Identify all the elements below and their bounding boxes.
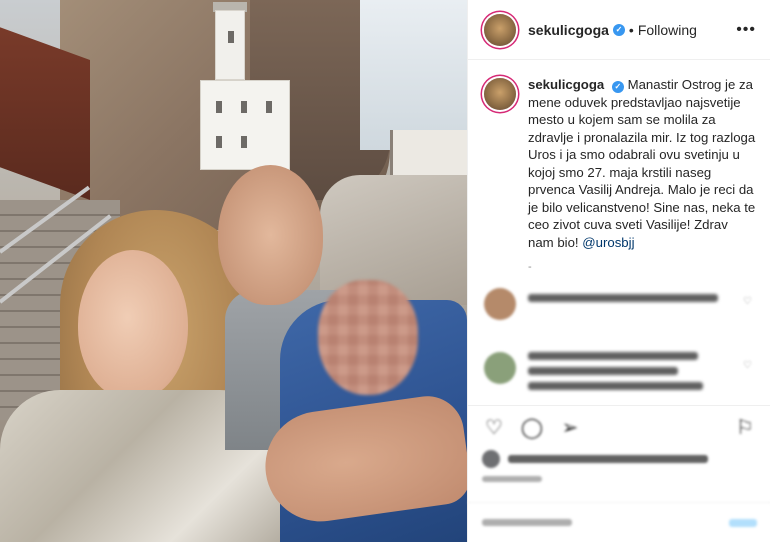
author-username[interactable]: sekulicgoga (528, 22, 609, 38)
add-comment-bar[interactable] (468, 502, 770, 542)
blurred-line (528, 382, 703, 390)
comment-avatar[interactable] (484, 352, 516, 384)
post-header: sekulicgoga ✓ • Following ••• (468, 0, 770, 60)
bookmark-icon[interactable]: ⚐ (733, 416, 757, 440)
monastery-tower (215, 10, 245, 80)
liked-by-avatar[interactable] (482, 450, 500, 468)
caption-author-avatar[interactable] (484, 78, 516, 110)
caption-username[interactable]: sekulicgoga (528, 77, 604, 92)
photo-woman-face (78, 250, 188, 400)
follow-status-button[interactable]: Following (638, 22, 697, 38)
verified-badge-icon: ✓ (612, 23, 625, 36)
comment-blurred-text (528, 352, 703, 397)
comment-item: ♡ (468, 352, 770, 397)
photo-man-head (218, 165, 323, 305)
photo-monastery (195, 2, 290, 170)
monastery-window (241, 136, 247, 148)
caption-body: sekulicgoga ✓ Manastir Ostrog je za mene… (528, 76, 756, 277)
comment-like-icon[interactable]: ♡ (743, 360, 753, 371)
monastery-window (228, 31, 234, 43)
blurred-line (528, 352, 698, 360)
author-avatar[interactable] (484, 13, 516, 46)
instagram-post: sekulicgoga ✓ • Following ••• sekulicgog… (0, 0, 770, 542)
caption-verified-badge-icon: ✓ (611, 80, 624, 93)
post-timestamp-row (482, 476, 757, 482)
comment-blurred-text (528, 288, 718, 320)
caption-text: Manastir Ostrog je za mene oduvek predst… (528, 77, 756, 250)
monastery-window (216, 101, 222, 113)
comment-avatar[interactable] (484, 288, 516, 320)
blurred-line (528, 367, 678, 375)
monastery-building (200, 80, 290, 170)
post-photo[interactable] (0, 0, 467, 542)
monastery-window (266, 101, 272, 113)
blurred-line (482, 476, 542, 482)
comment-like-icon[interactable]: ♡ (743, 296, 753, 307)
share-icon[interactable]: ➢ (558, 416, 582, 440)
blurred-line (508, 455, 708, 463)
caption: sekulicgoga ✓ Manastir Ostrog je za mene… (468, 60, 770, 277)
header-separator: • (628, 21, 634, 38)
heart-icon[interactable]: ♡ (482, 416, 506, 440)
caption-mention-link[interactable]: @urosbjj (582, 235, 634, 250)
monastery-window (241, 101, 247, 113)
post-side-panel: sekulicgoga ✓ • Following ••• sekulicgog… (467, 0, 770, 542)
comment-icon[interactable]: ◯ (520, 416, 544, 440)
add-comment-input[interactable] (482, 519, 572, 526)
blurred-line (528, 294, 718, 302)
action-row: ♡ ◯ ➢ ⚐ (482, 416, 757, 440)
caption-trailing-mark: - (528, 261, 532, 273)
monastery-window (216, 136, 222, 148)
liked-by-row (482, 450, 757, 468)
photo-sky (360, 0, 467, 150)
more-options-icon[interactable]: ••• (736, 21, 756, 39)
post-comment-button[interactable] (729, 518, 757, 527)
comment-item: ♡ (468, 288, 770, 320)
photo-baby-face-blurred (318, 280, 418, 395)
